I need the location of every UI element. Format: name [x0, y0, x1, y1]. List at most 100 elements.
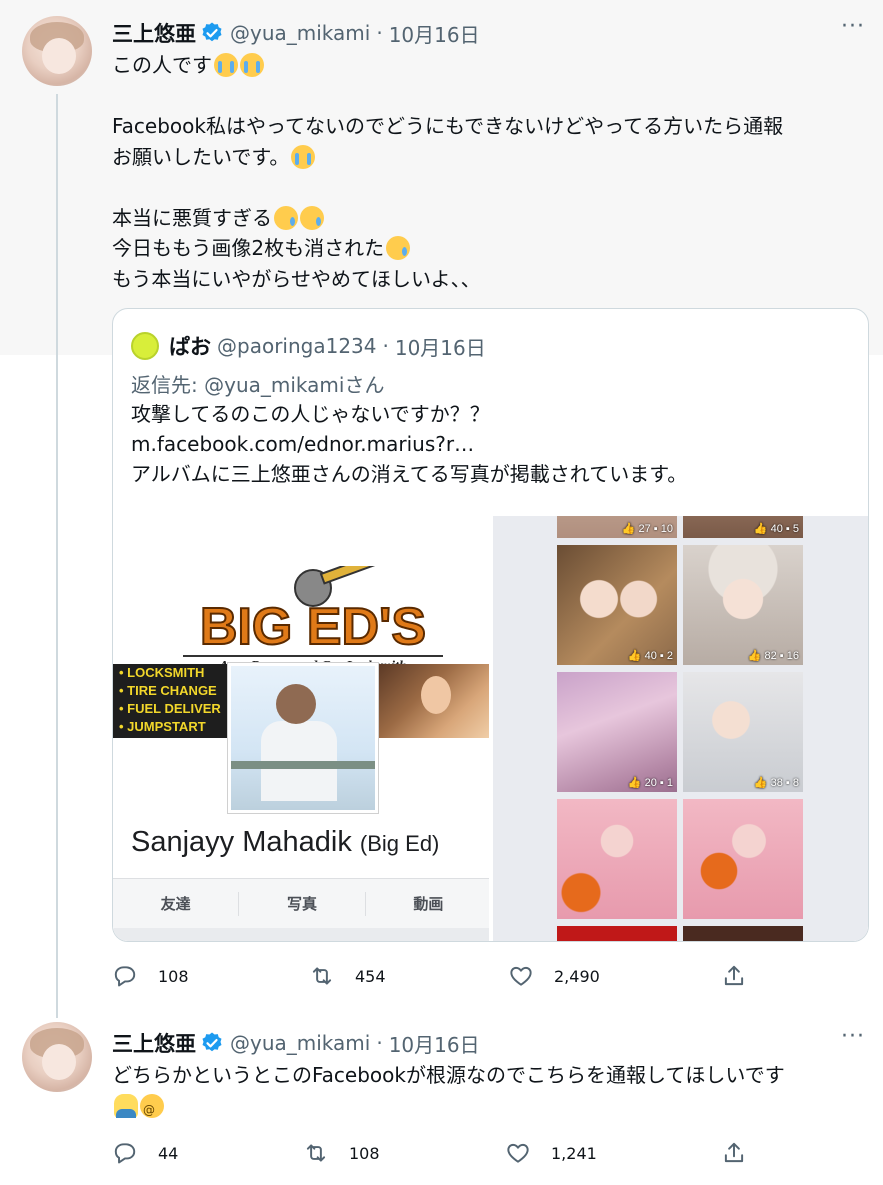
separator-dot: · [382, 334, 389, 358]
cover-face [421, 676, 451, 714]
author-handle[interactable]: @yua_mikami [230, 1031, 370, 1055]
album-photo: 👍 40 ▪ 2 [557, 545, 677, 665]
separator-dot: · [376, 21, 383, 45]
album-photo: 👍 40 ▪ 5 [683, 516, 803, 538]
quote-link[interactable]: m.facebook.com/ednor.marius?r… [131, 429, 687, 459]
album-photo: 👍 38 ▪ 8 [683, 672, 803, 792]
profile-photo [228, 663, 378, 813]
facebook-profile-name: Sanjayy Mahadik (Big Ed) [131, 826, 439, 859]
banner-item: • TIRE CHANGE [119, 683, 217, 698]
tweet-line: もう本当にいやがらせやめてほしいよ、、 [112, 266, 481, 291]
tweet-line: 今日ももう画像2枚も消された [112, 236, 385, 260]
crying-face-emoji-icon [291, 144, 316, 169]
reply-count: 108 [158, 966, 189, 986]
tweet-line: この人です [112, 53, 212, 77]
thread-connector-line [56, 94, 58, 1018]
services-banner: • LOCKSMITH • TIRE CHANGE • FUEL DELIVER… [113, 664, 233, 738]
album-photo: 👍 27 ▪ 10 [557, 516, 677, 538]
share-icon [724, 1142, 744, 1163]
tab-videos: 動画 [413, 894, 444, 913]
like-count: 1,241 [551, 1143, 597, 1163]
quote-author-name[interactable]: ぱお [169, 331, 211, 361]
like-button[interactable]: 1,241 [505, 1140, 597, 1166]
photo-stats: 👍 20 ▪ 1 [627, 777, 673, 789]
tweet-header: 三上悠亜 @yua_mikami · 10月16日 [112, 18, 480, 48]
share-button[interactable] [721, 1140, 747, 1166]
quote-text: 攻撃してるのこの人じゃないですか？？ m.facebook.com/ednor.… [131, 399, 687, 489]
tweet-line: 本当に悪質すぎる [112, 205, 272, 230]
author-name[interactable]: 三上悠亜 [112, 1028, 196, 1058]
quote-author-handle[interactable]: @paoringa1234 [217, 334, 377, 358]
more-icon[interactable]: ··· [839, 16, 867, 42]
tweet-date[interactable]: 10月16日 [389, 19, 480, 48]
dizzy-face-emoji-icon [140, 1093, 164, 1125]
photo-comments: 8 [792, 777, 799, 789]
retweet-icon [312, 967, 332, 985]
reply-mention-link[interactable]: @yua_mikamiさん [204, 373, 384, 397]
photo-comments: 10 [660, 523, 673, 535]
author-name[interactable]: 三上悠亜 [112, 18, 196, 48]
tab-friends: 友達 [113, 891, 240, 916]
album-photo [683, 799, 803, 919]
quote-line: アルバムに三上悠亜さんの消えてる写真が掲載されています。 [131, 462, 688, 486]
photo-comments: 1 [666, 777, 673, 789]
author-handle[interactable]: @yua_mikami [230, 21, 370, 45]
photo-likes: 38 [770, 777, 783, 789]
reply-button[interactable]: 44 [112, 1140, 178, 1166]
retweet-icon [306, 1144, 326, 1162]
profile-name: Sanjayy Mahadik [131, 826, 352, 858]
facebook-profile-screenshot[interactable]: BIG ED'S Auto Rescue and Car Locksmith •… [113, 516, 491, 941]
quote-media[interactable]: BIG ED'S Auto Rescue and Car Locksmith •… [113, 516, 868, 941]
author-avatar[interactable] [22, 1022, 92, 1092]
quote-header: ぱお @paoringa1234 · 10月16日 [131, 331, 486, 361]
avatar-face [42, 38, 76, 74]
quote-author-avatar[interactable] [131, 332, 159, 360]
tear-face-emoji-icon [300, 205, 324, 230]
like-button[interactable]: 2,490 [508, 963, 600, 989]
photo-stats: 👍 82 ▪ 16 [747, 650, 799, 662]
quote-date[interactable]: 10月16日 [395, 332, 486, 361]
profile-rail [231, 761, 375, 769]
verified-badge-icon [202, 22, 222, 42]
tear-face-emoji-icon [386, 236, 411, 261]
verified-badge-icon [202, 1032, 222, 1052]
retweet-count: 454 [355, 966, 386, 986]
retweet-count: 108 [349, 1143, 380, 1163]
tweet-line: Facebook私はやってないのでどうにもできないけどやってる方いたら通報 [112, 114, 784, 138]
share-button[interactable] [721, 963, 747, 989]
photo-stats: 👍 40 ▪ 2 [627, 650, 673, 662]
album-photo: 👍 82 ▪ 16 [683, 545, 803, 665]
photo-stats: 👍 27 ▪ 10 [621, 523, 673, 535]
retweet-button[interactable]: 454 [309, 963, 386, 989]
author-avatar[interactable] [22, 16, 92, 86]
banner-item: • JUMPSTART [119, 719, 206, 734]
more-icon[interactable]: ··· [839, 1026, 867, 1052]
photo-likes: 82 [764, 650, 777, 662]
tear-face-emoji-icon [274, 205, 298, 230]
bowing-person-emoji-icon [114, 1093, 138, 1118]
tweet-text: この人です Facebook私はやってないのでどうにもできないけどやってる方いた… [112, 50, 872, 294]
facebook-album-screenshot[interactable]: 👍 27 ▪ 10 👍 40 ▪ 5 👍 40 ▪ 2 👍 82 ▪ 16 👍 … [493, 516, 868, 941]
share-icon [724, 965, 744, 986]
cover-photo [377, 664, 489, 738]
tweet-date[interactable]: 10月16日 [389, 1029, 480, 1058]
photo-likes: 27 [638, 523, 651, 535]
reply-icon [114, 966, 136, 987]
big-eds-logo: BIG ED'S Auto Rescue and Car Locksmith [183, 566, 443, 674]
banner-item: • LOCKSMITH [119, 665, 205, 680]
reply-button[interactable]: 108 [112, 963, 189, 989]
album-photo [557, 799, 677, 919]
quote-line: 攻撃してるのこの人じゃないですか？？ [131, 402, 490, 426]
album-photo: 👍 20 ▪ 1 [557, 672, 677, 792]
avatar-face [42, 1044, 76, 1080]
photo-comments: 5 [792, 523, 799, 535]
reply-prefix: 返信先: [131, 373, 205, 397]
profile-head [276, 684, 316, 724]
photo-comments: 16 [786, 650, 799, 662]
tweet-line: どちらかというとこのFacebookが根源なのでこちらを通報してほしいです [112, 1063, 785, 1087]
album-photo [683, 926, 803, 941]
reply-count: 44 [158, 1143, 179, 1163]
heart-icon [507, 1143, 529, 1163]
quoted-tweet[interactable]: ぱお @paoringa1234 · 10月16日 返信先: @yua_mika… [112, 308, 869, 942]
retweet-button[interactable]: 108 [303, 1140, 380, 1166]
